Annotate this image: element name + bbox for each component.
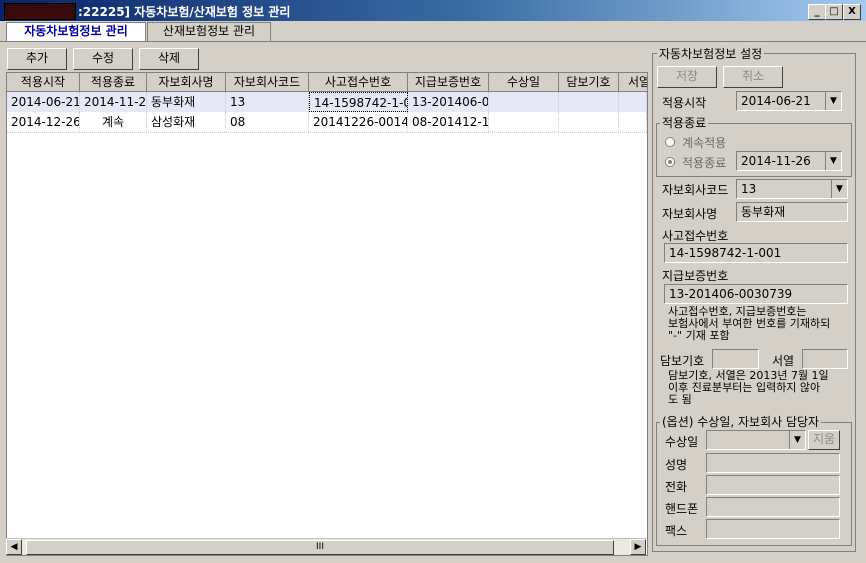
option-group-label: (옵션) 수상일, 자보회사 담당자 — [660, 413, 822, 430]
company-name-field[interactable]: 동부화재 — [736, 202, 848, 222]
end-date-picker[interactable]: 2014-11-26 ▼ — [736, 151, 842, 171]
col-header-accident-no[interactable]: 사고접수번호 — [309, 73, 408, 92]
accident-no-label: 사고접수번호 — [662, 229, 729, 243]
number-note-line: "-" 기재 포함 — [668, 329, 730, 342]
cell-order — [619, 112, 647, 132]
col-header-order[interactable]: 서열 — [619, 73, 647, 92]
chevron-down-icon[interactable]: ▼ — [825, 92, 841, 110]
cell-company-name: 삼성화재 — [147, 112, 226, 132]
window-title: :22225] 자동차보험/산재보험 정보 관리 — [78, 5, 291, 19]
cell-start: 2014-06-21 — [7, 92, 80, 112]
col-header-company-name[interactable]: 자보회사명 — [147, 73, 226, 92]
cell-injury-date — [489, 92, 559, 112]
end-radio[interactable] — [665, 157, 675, 167]
col-header-guarantee-no[interactable]: 지급보증번호 — [408, 73, 489, 92]
cell-guarantee-no: 13-201406-0030739 — [408, 92, 489, 112]
col-header-security-code[interactable]: 담보기호 — [559, 73, 619, 92]
delete-button[interactable]: 삭제 — [139, 48, 199, 70]
company-name-label: 자보회사명 — [662, 207, 718, 221]
chevron-down-icon[interactable]: ▼ — [825, 152, 841, 170]
continue-radio-label: 계속적용 — [682, 136, 727, 150]
company-code-select[interactable]: 13 ▼ — [736, 179, 848, 199]
records-table[interactable]: 적용시작 적용종료 자보회사명 자보회사코드 사고접수번호 지급보증번호 수상일… — [6, 72, 648, 556]
cell-company-code: 13 — [226, 92, 309, 112]
accident-no-field[interactable]: 14-1598742-1-001 — [664, 243, 848, 263]
continue-radio[interactable] — [665, 137, 675, 147]
security-code-field[interactable] — [712, 349, 759, 369]
window-icon — [4, 3, 76, 20]
security-code-label: 담보기호 — [660, 354, 705, 368]
cell-accident-no: 20141226-00143 — [309, 112, 408, 132]
company-code-value: 13 — [741, 182, 757, 196]
panel-title: 자동차보험정보 설정 — [657, 45, 765, 62]
guarantee-no-label: 지급보증번호 — [662, 269, 729, 283]
col-header-start[interactable]: 적용시작 — [7, 73, 80, 92]
cell-company-name: 동부화재 — [147, 92, 226, 112]
chevron-down-icon[interactable]: ▼ — [789, 431, 805, 449]
end-radio-label: 적용종료 — [682, 156, 727, 170]
tab-divider — [0, 41, 866, 42]
maximize-button[interactable]: □ — [825, 4, 843, 20]
cell-start: 2014-12-26 — [7, 112, 80, 132]
col-header-end[interactable]: 적용종료 — [80, 73, 147, 92]
injury-date-label: 수상일 — [665, 435, 699, 449]
minimize-button[interactable]: _ — [808, 4, 826, 20]
end-date-value: 2014-11-26 — [741, 154, 811, 168]
add-button[interactable]: 추가 — [7, 48, 67, 70]
cell-injury-date — [489, 112, 559, 132]
tab-industrial-insurance[interactable]: 산재보험정보 관리 — [147, 22, 271, 41]
cell-guarantee-no: 08-201412-10 — [408, 112, 489, 132]
order-label: 서열 — [772, 354, 795, 368]
guarantee-no-field[interactable]: 13-201406-0030739 — [664, 284, 848, 304]
person-field[interactable] — [706, 453, 840, 473]
order-field[interactable] — [802, 349, 848, 369]
cell-security-code — [559, 112, 619, 132]
cell-security-code — [559, 92, 619, 112]
phone-label: 전화 — [665, 480, 688, 494]
clear-button[interactable]: 지움 — [808, 430, 840, 450]
edit-button[interactable]: 수정 — [73, 48, 133, 70]
tab-auto-insurance[interactable]: 자동차보험정보 관리 — [6, 22, 146, 41]
start-date-picker[interactable]: 2014-06-21 ▼ — [736, 91, 842, 111]
security-note-line: 도 됨 — [668, 393, 692, 406]
company-code-label: 자보회사코드 — [662, 183, 729, 197]
mobile-label: 핸드폰 — [665, 502, 699, 516]
start-date-label: 적용시작 — [662, 96, 707, 110]
end-date-group-label: 적용종료 — [660, 114, 709, 131]
chevron-down-icon[interactable]: ▼ — [831, 180, 847, 198]
phone-field[interactable] — [706, 475, 840, 495]
cell-end: 2014-11-26 — [80, 92, 147, 112]
cancel-button[interactable]: 취소 — [723, 66, 783, 88]
cell-accident-no: 14-1598742-1-001 — [309, 92, 408, 112]
injury-date-picker[interactable]: ▼ — [706, 430, 806, 450]
scroll-right-icon[interactable]: ▶ — [630, 539, 646, 555]
horizontal-scrollbar[interactable]: ◀ III ▶ — [6, 538, 646, 555]
save-button[interactable]: 저장 — [657, 66, 717, 88]
start-date-value: 2014-06-21 — [741, 94, 811, 108]
person-label: 성명 — [665, 458, 688, 472]
scroll-thumb[interactable]: III — [26, 540, 614, 555]
col-header-company-code[interactable]: 자보회사코드 — [226, 73, 309, 92]
mobile-field[interactable] — [706, 497, 840, 517]
fax-field[interactable] — [706, 519, 840, 539]
fax-label: 팩스 — [665, 524, 688, 538]
col-header-injury-date[interactable]: 수상일 — [489, 73, 559, 92]
close-button[interactable]: X — [843, 4, 861, 20]
scroll-left-icon[interactable]: ◀ — [6, 539, 22, 555]
cell-company-code: 08 — [226, 112, 309, 132]
cell-end: 계속 — [80, 112, 147, 132]
cell-order — [619, 92, 647, 112]
